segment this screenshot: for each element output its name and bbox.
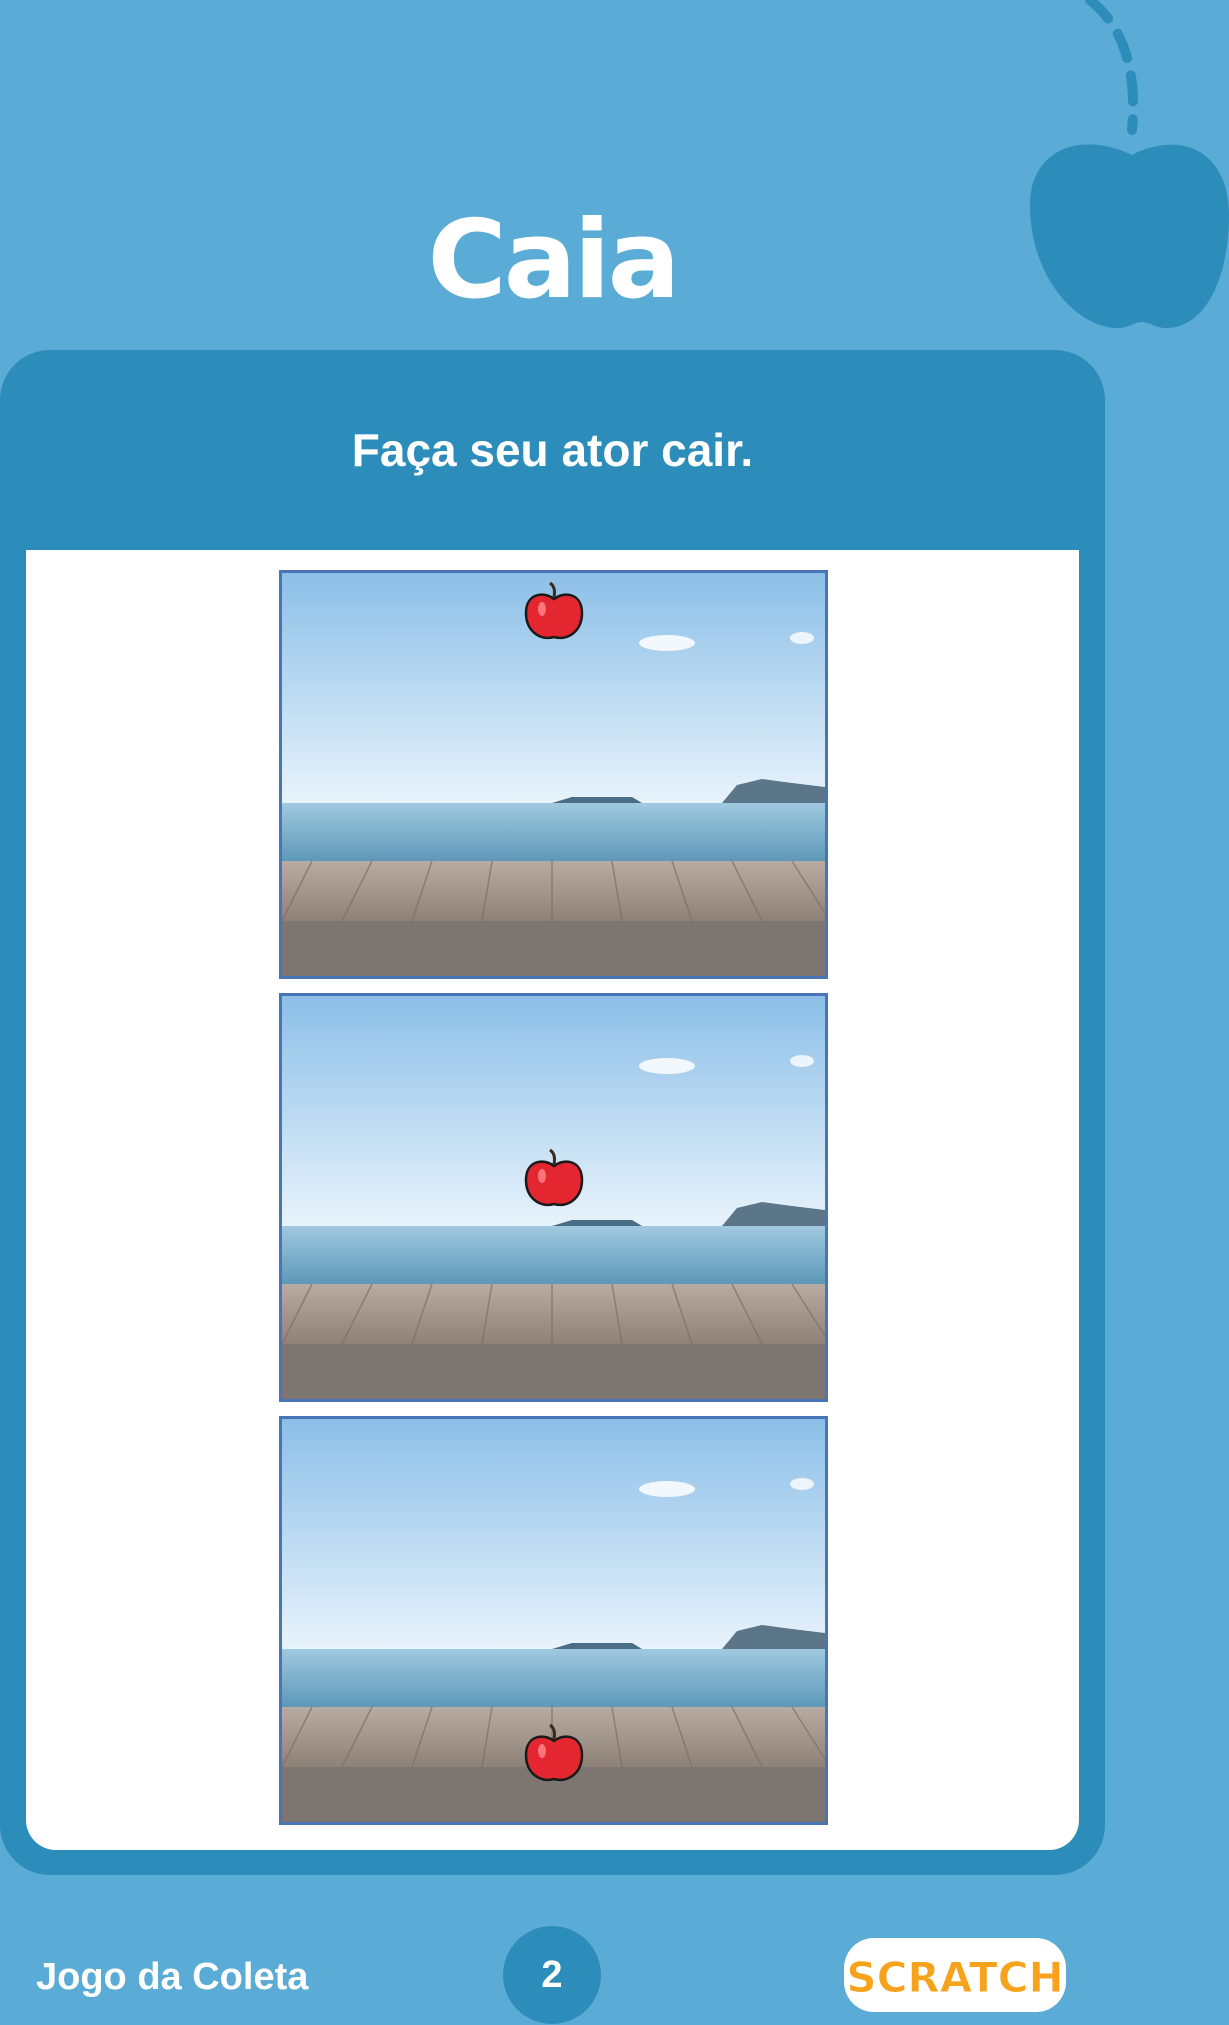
scratch-logo: SCRATCH <box>844 1938 1066 2012</box>
page-number: 2 <box>503 1926 601 2024</box>
project-name: Jogo da Coleta <box>36 1956 309 1998</box>
card-content <box>26 550 1079 1850</box>
scratch-logo-text: SCRATCH <box>846 1953 1063 2002</box>
instruction-text: Faça seu ator cair. <box>351 424 754 476</box>
stage-frame-3 <box>279 1416 828 1825</box>
stage-frame-2 <box>279 993 828 1402</box>
page-title: Caia <box>427 198 680 324</box>
instruction-card: Faça seu ator cair. <box>0 350 1105 1875</box>
stage-frame-1 <box>279 570 828 979</box>
